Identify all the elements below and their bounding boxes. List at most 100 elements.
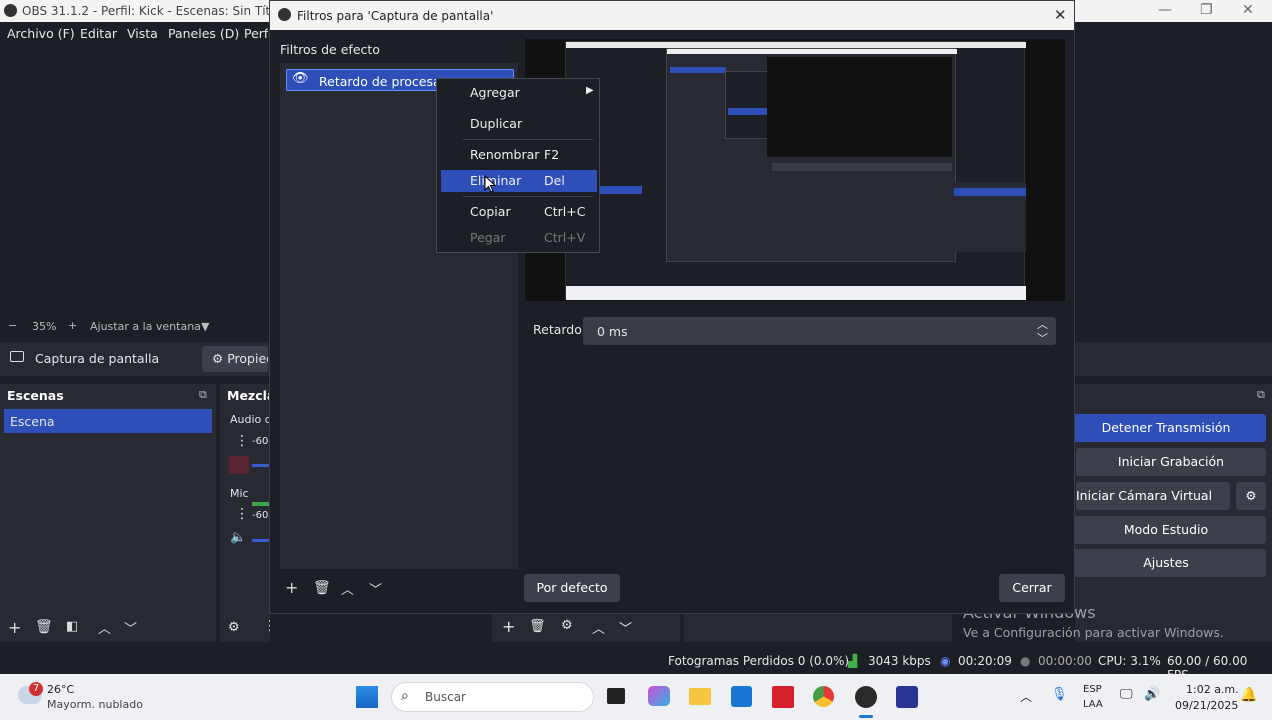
muted-speaker-icon[interactable] — [229, 456, 249, 474]
volume-slider[interactable] — [252, 539, 270, 542]
file-explorer-icon[interactable] — [689, 688, 711, 705]
virtual-camera-settings-button[interactable]: ⚙ — [1236, 482, 1266, 510]
eye-icon[interactable]: 👁 — [292, 71, 309, 86]
submenu-arrow-icon: ▶ — [586, 85, 594, 96]
status-bar: Fotogramas Perdidos 0 (0.0%) ▟ 3043 kbps… — [0, 648, 1272, 682]
menu-item-copiar[interactable]: Copiar Ctrl+C — [441, 201, 597, 223]
speaker-icon[interactable]: 🔈 — [230, 530, 246, 545]
preview-filter-item — [670, 67, 726, 73]
undock-icon[interactable]: ⧉ — [1257, 388, 1265, 402]
add-scene-button[interactable]: + — [8, 618, 21, 637]
trash-icon[interactable]: 🗑 — [529, 619, 546, 634]
undock-icon[interactable]: ⧉ — [199, 388, 207, 402]
mixer-settings-icon[interactable]: ⚙ — [228, 620, 240, 635]
studio-mode-button[interactable]: Modo Estudio — [1066, 516, 1266, 544]
windows-start-icon[interactable] — [356, 686, 378, 708]
channel-menu-icon[interactable]: ⋮ — [235, 506, 249, 522]
chrome-icon[interactable] — [813, 686, 834, 707]
mixer-menu-icon[interactable]: ⋮ — [263, 618, 270, 634]
scene-item[interactable]: Escena — [4, 409, 212, 433]
source-name: Captura de pantalla — [35, 351, 160, 366]
delete-scene-button[interactable]: 🗑 — [35, 619, 53, 635]
menu-item-label: Pegar — [470, 230, 506, 245]
network-icon[interactable]: 🖵 — [1120, 687, 1133, 702]
preview-taskbar — [566, 286, 1026, 300]
add-icon[interactable]: + — [502, 617, 515, 636]
move-up-icon[interactable]: ︿ — [592, 618, 605, 637]
chevron-up-icon[interactable]: ︿ — [1020, 688, 1032, 705]
menu-item-duplicar[interactable]: Duplicar — [441, 113, 597, 135]
scenes-title: Escenas — [7, 388, 64, 403]
zoom-dropdown-icon[interactable]: ▼ — [201, 320, 209, 333]
microphone-icon[interactable]: 🎙 — [1051, 687, 1068, 702]
menu-vista[interactable]: Vista — [127, 26, 158, 41]
gear-icon[interactable]: ⚙ — [561, 618, 573, 633]
menu-item-pegar: Pegar Ctrl+V — [441, 227, 597, 249]
preview-dialog-title — [667, 49, 957, 54]
move-down-icon[interactable]: ﹀ — [369, 579, 382, 598]
level-label: -60 — [252, 510, 269, 521]
scene-item-label: Escena — [10, 414, 55, 429]
retardo-label: Retardo — [533, 322, 582, 337]
move-up-icon[interactable]: ︿ — [98, 618, 111, 637]
mixer-title: Mezclador — [227, 388, 270, 403]
default-button[interactable]: Por defecto — [524, 574, 620, 602]
language-code[interactable]: ESP — [1083, 684, 1102, 695]
m365-icon[interactable] — [648, 686, 670, 706]
move-down-icon[interactable]: ﹀ — [124, 618, 137, 637]
properties-button[interactable]: ⚙ Propiedades — [202, 346, 268, 372]
delete-filter-button[interactable]: 🗑 — [313, 580, 331, 596]
taskbar-search[interactable]: ⌕ Buscar — [391, 682, 594, 712]
preview-dialog — [666, 48, 957, 262]
mouse-cursor-icon — [484, 175, 496, 193]
store-icon[interactable] — [731, 686, 752, 707]
close-icon[interactable]: ✕ — [1242, 2, 1254, 18]
menu-item-agregar[interactable]: Agregar ▶ — [441, 82, 597, 104]
menu-paneles[interactable]: Paneles (D) — [168, 26, 239, 41]
virtual-camera-button[interactable]: Iniciar Cámara Virtual — [1076, 482, 1230, 510]
close-icon[interactable]: ✕ — [1054, 6, 1067, 24]
language-layout[interactable]: LAA — [1083, 699, 1103, 710]
channel-menu-icon[interactable]: ⋮ — [235, 433, 249, 449]
main-window-title: OBS 31.1.2 - Perfil: Kick - Escenas: Sin… — [22, 4, 289, 18]
zoom-bar: − 35% + Ajustar a la ventana ▼ — [0, 318, 270, 336]
maximize-icon[interactable]: ❐ — [1200, 2, 1213, 18]
start-recording-button[interactable]: Iniciar Grabación — [1076, 448, 1266, 476]
obs-taskbar-icon[interactable] — [855, 686, 877, 708]
notifications-icon[interactable]: 🔔 — [1240, 687, 1257, 703]
settings-button[interactable]: Ajustes — [1066, 549, 1266, 577]
minimize-icon[interactable]: — — [1158, 2, 1172, 18]
volume-slider[interactable] — [252, 464, 270, 467]
volume-icon[interactable]: 🔊 — [1144, 687, 1160, 702]
mixer-dock: Mezclador Audio del escritorio ⋮ -60 Mic… — [220, 384, 270, 642]
task-view-icon[interactable] — [607, 688, 625, 704]
menu-editar[interactable]: Editar — [80, 26, 117, 41]
amd-icon[interactable] — [772, 686, 794, 708]
menu-item-renombrar[interactable]: Renombrar F2 — [441, 144, 597, 166]
active-app-indicator — [859, 715, 873, 718]
fit-window-label[interactable]: Ajustar a la ventana — [90, 320, 201, 333]
move-down-icon[interactable]: ﹀ — [619, 618, 632, 637]
zoom-out-button[interactable]: − — [8, 319, 17, 332]
temperature[interactable]: 26°C — [47, 683, 74, 696]
clock-date[interactable]: 09/21/2025 — [1175, 699, 1238, 712]
chevron-down-icon[interactable]: ﹀ — [1037, 330, 1048, 346]
retardo-value: 0 ms — [597, 324, 628, 339]
close-button[interactable]: Cerrar — [999, 574, 1065, 602]
add-filter-button[interactable]: + — [285, 578, 298, 597]
preview-side-highlight — [954, 188, 1026, 196]
clock-time[interactable]: 1:02 a.m. — [1186, 683, 1239, 696]
zoom-in-button[interactable]: + — [68, 319, 77, 332]
preview-left-highlight — [600, 186, 642, 194]
menu-item-eliminar[interactable]: Eliminar Del — [441, 170, 597, 192]
menu-archivo[interactable]: Archivo (F) — [7, 26, 75, 41]
menu-perfil[interactable]: Perfil — [244, 26, 268, 41]
move-up-icon[interactable]: ︿ — [341, 579, 354, 598]
app-icon[interactable] — [896, 686, 918, 708]
retardo-spinbox[interactable]: 0 ms ︿ ﹀ — [583, 317, 1056, 345]
zoom-value: 35% — [32, 320, 57, 333]
weather-description[interactable]: Mayorm. nublado — [47, 698, 143, 711]
preview-side-list — [954, 182, 1026, 252]
stop-streaming-button[interactable]: Detener Transmisión — [1066, 414, 1266, 442]
filter-scene-button[interactable]: ◧ — [66, 619, 78, 634]
